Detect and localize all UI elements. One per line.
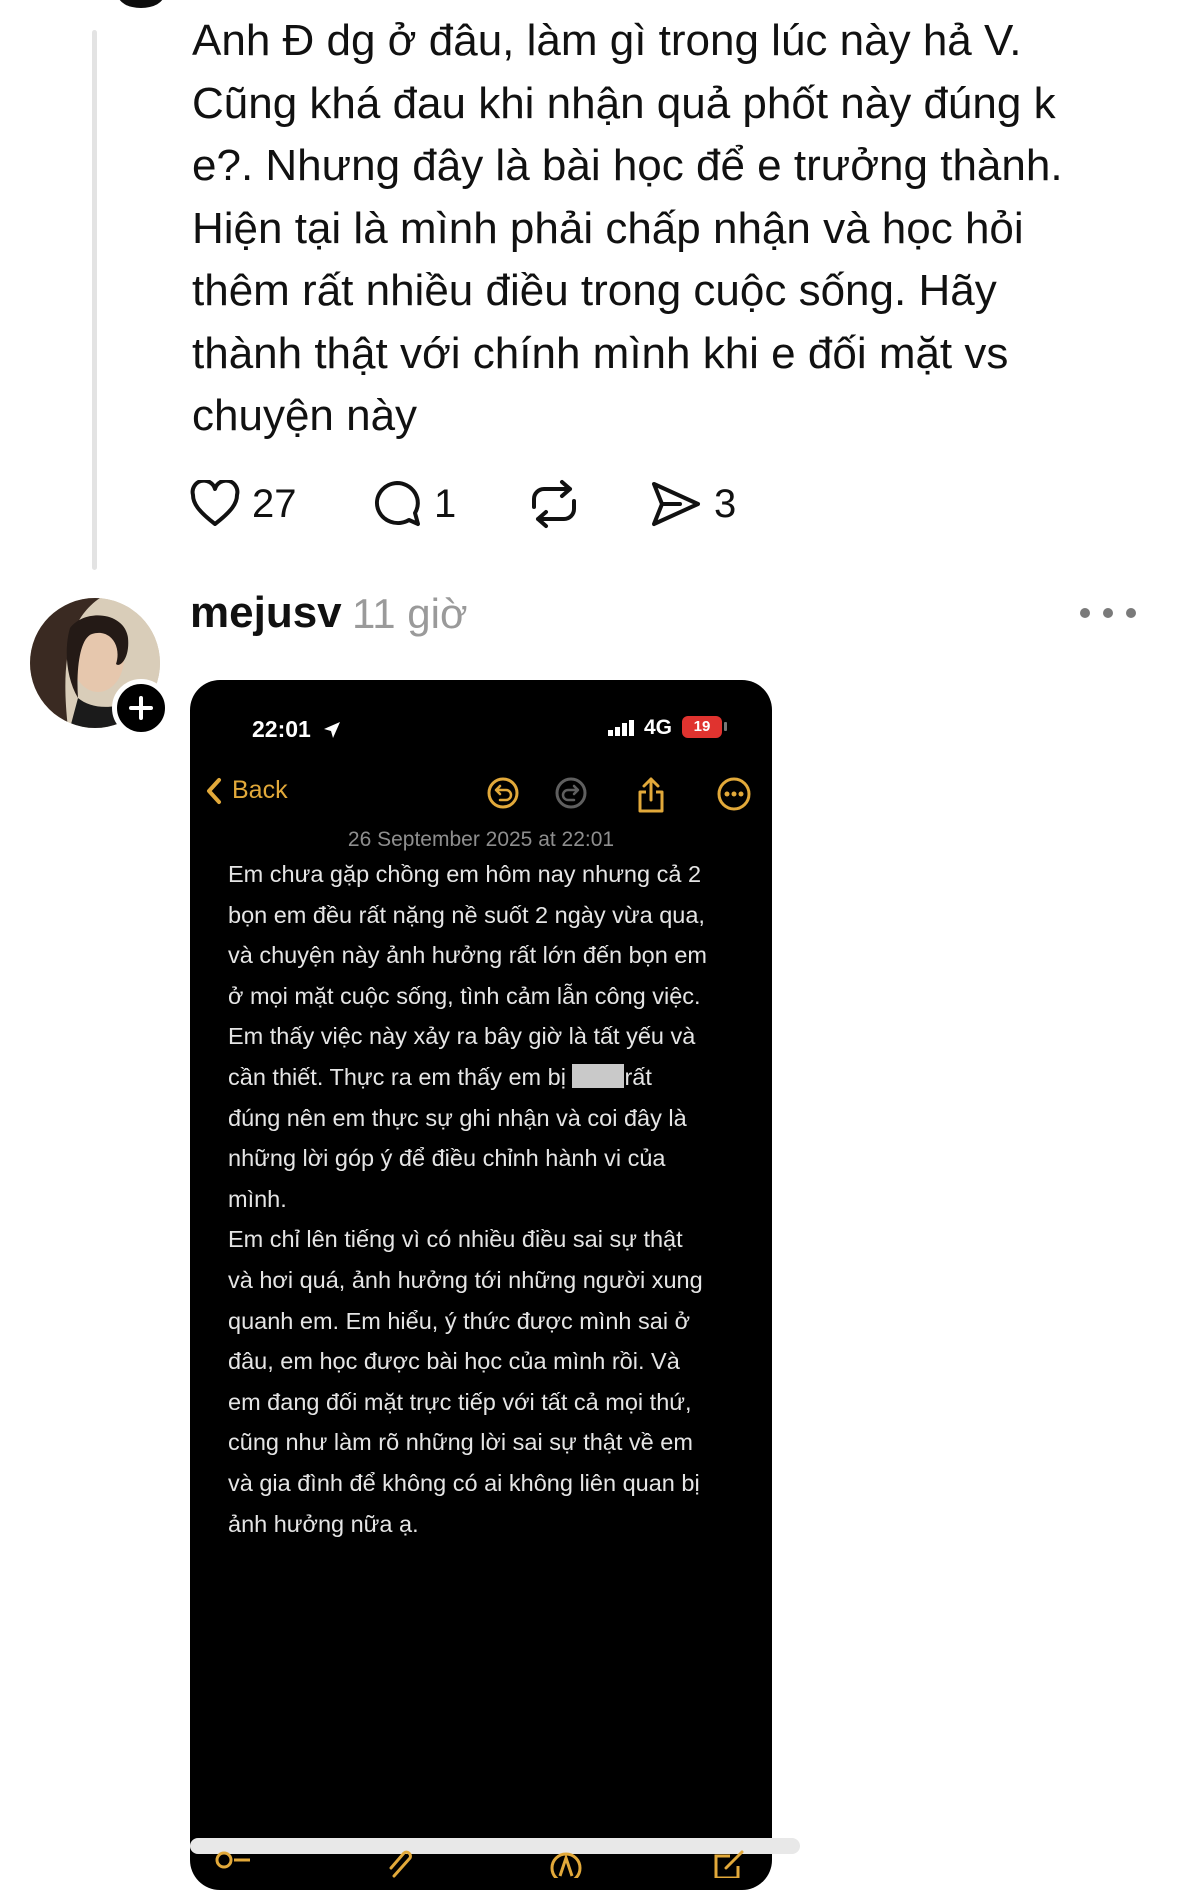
- chevron-left-icon: [207, 777, 221, 804]
- repost-icon: [532, 480, 576, 528]
- battery-cap: [724, 722, 727, 731]
- comment-button[interactable]: 1: [372, 474, 456, 534]
- username[interactable]: mejusv: [190, 588, 342, 638]
- note-line: Em chỉ lên tiếng vì có nhiều điều sai sự…: [228, 1226, 683, 1253]
- back-label: Back: [232, 776, 288, 804]
- note-body: Em chưa gặp chồng em hôm nay nhưng cả 2 …: [228, 854, 728, 1544]
- compose-icon: [714, 1850, 744, 1878]
- note-line: và hơi quá, ảnh hưởng tới những người xu…: [228, 1266, 703, 1293]
- like-button[interactable]: 27: [190, 474, 297, 534]
- heart-icon: [190, 480, 240, 526]
- share-count: 3: [714, 481, 737, 526]
- note-line: cũng như làm rõ những lời sai sự thật về…: [228, 1429, 693, 1456]
- note-line: những lời góp ý để điều chỉnh hành vi củ…: [228, 1145, 666, 1172]
- note-line: mình.: [228, 1185, 287, 1212]
- note-line: cần thiết. Thực ra em thấy em bị: [228, 1063, 566, 1090]
- note-line: đâu, em học được bài học của mình rồi. V…: [228, 1348, 680, 1375]
- attachment-icon: [389, 1850, 412, 1878]
- send-icon: [652, 482, 700, 526]
- note-line: quanh em. Em hiểu, ý thức được mình sai …: [228, 1307, 690, 1334]
- note-line: Em chưa gặp chồng em hôm nay nhưng cả 2: [228, 861, 702, 887]
- ellipsis-circle-icon[interactable]: [716, 776, 752, 812]
- post-timestamp: 11 giờ: [352, 590, 468, 637]
- reply-text: Anh Đ dg ở đâu, làm gì trong lúc này hả …: [192, 16, 1063, 440]
- markup-icon: [550, 1852, 582, 1878]
- network-type: 4G: [644, 716, 673, 739]
- note-line: Em thấy việc này xảy ra bây giờ là tất y…: [228, 1023, 696, 1050]
- send-button[interactable]: 3: [650, 474, 736, 534]
- comment-count: 1: [434, 481, 457, 526]
- status-time: 22:01: [252, 716, 311, 742]
- repost-button[interactable]: [526, 474, 582, 534]
- home-indicator: [190, 1838, 800, 1854]
- note-line: và chuyện này ảnh hưởng rất lớn đến bọn …: [228, 942, 707, 969]
- note-line: bọn em đều rất nặng nề suốt 2 ngày vừa q…: [228, 901, 705, 928]
- follow-button[interactable]: [112, 679, 170, 737]
- thread-line: [92, 30, 97, 570]
- battery-level: 19: [682, 716, 722, 738]
- redo-icon[interactable]: [554, 776, 588, 810]
- notes-back-button[interactable]: Back: [206, 776, 288, 805]
- signal-icon: [608, 720, 634, 736]
- note-line: đúng nên em thực sự ghi nhận và coi đây …: [228, 1104, 687, 1131]
- attached-screenshot[interactable]: 22:01 4G 19 Back 26 September 2025 at 22…: [190, 680, 772, 1890]
- undo-icon[interactable]: [486, 776, 520, 810]
- like-count: 27: [252, 481, 297, 526]
- checklist-icon: [215, 1851, 250, 1869]
- note-line: rất: [624, 1063, 652, 1090]
- plus-icon: [129, 696, 153, 720]
- more-icon[interactable]: [1080, 600, 1136, 626]
- comment-icon: [374, 481, 420, 526]
- location-arrow-icon: [324, 722, 340, 738]
- note-line: và gia đình để không có ai không liên qu…: [228, 1469, 700, 1496]
- previous-avatar: [118, 0, 164, 8]
- note-date: 26 September 2025 at 22:01: [347, 828, 615, 851]
- redaction-box: [572, 1063, 625, 1088]
- note-line: em đang đối mặt trực tiếp với tất cả mọi…: [228, 1388, 692, 1415]
- note-line: ảnh hưởng nữa ạ.: [228, 1510, 419, 1537]
- note-line: ở mọi mặt cuộc sống, tình cảm lẫn công v…: [228, 982, 701, 1009]
- share-icon[interactable]: [636, 776, 666, 814]
